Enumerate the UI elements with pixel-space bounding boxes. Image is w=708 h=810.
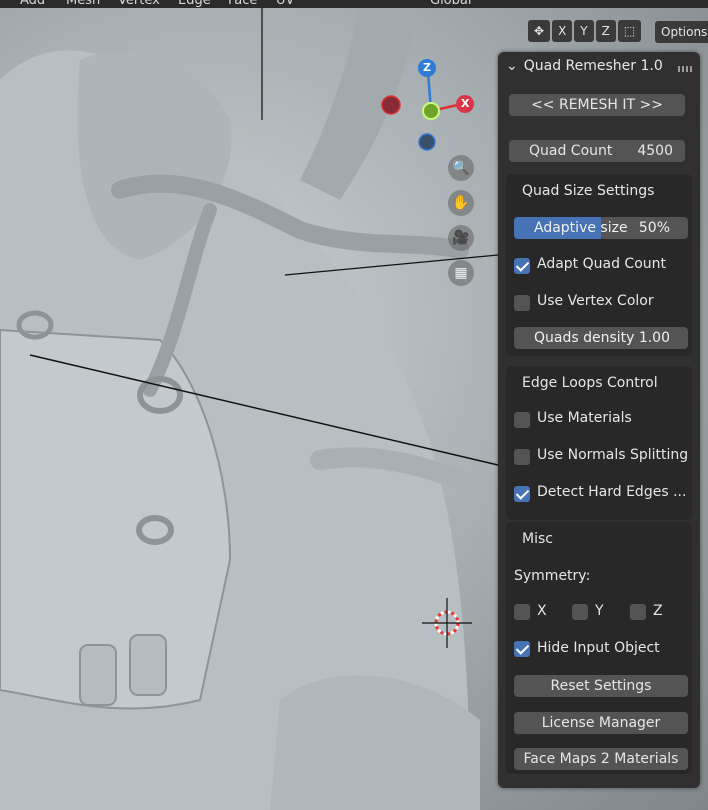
symmetry-z-checkbox[interactable]	[630, 604, 646, 620]
camera-icon[interactable]: 🎥	[448, 225, 474, 251]
axis-y-toggle[interactable]: Y	[574, 20, 594, 42]
quads-density-label: Quads density	[534, 330, 635, 346]
menu-add[interactable]: Add	[20, 0, 45, 8]
symmetry-y-label: Y	[595, 603, 604, 619]
quad-count-value: 4500	[637, 143, 673, 159]
quad-count-label: Quad Count	[529, 143, 613, 159]
quad-size-settings-box: Quad Size Settings Adaptive size 50% Ada…	[506, 174, 692, 356]
panel-title-label: Quad Remesher 1.0	[523, 58, 663, 74]
quad-count-field[interactable]: Quad Count 4500	[509, 140, 685, 162]
detect-hard-edges-checkbox[interactable]	[514, 486, 530, 502]
menu-vertex[interactable]: Vertex	[118, 0, 160, 8]
remesh-button[interactable]: << REMESH IT >>	[509, 94, 685, 116]
quad-size-heading: Quad Size Settings	[522, 183, 655, 199]
mirror-axis-toolbar: ✥ X Y Z ⬚	[528, 20, 642, 44]
misc-box: Misc Symmetry: X Y Z Hide Input Object R…	[506, 522, 692, 774]
drag-grip-icon[interactable]	[678, 66, 692, 72]
use-vertex-color-checkbox[interactable]	[514, 295, 530, 311]
axis-x-toggle[interactable]: X	[552, 20, 573, 42]
misc-heading: Misc	[522, 531, 553, 547]
edge-loops-heading: Edge Loops Control	[522, 375, 658, 391]
reset-settings-button[interactable]: Reset Settings	[514, 675, 688, 697]
symmetry-z-label: Z	[653, 603, 663, 619]
symmetry-x-label: X	[537, 603, 547, 619]
use-vertex-color-label: Use Vertex Color	[537, 293, 654, 309]
symmetry-x-checkbox[interactable]	[514, 604, 530, 620]
quad-remesher-panel: ⌄ Quad Remesher 1.0 << REMESH IT >> Quad …	[498, 52, 700, 788]
adaptive-size-value: 50%	[638, 220, 670, 236]
hand-pan-icon[interactable]: ✋	[448, 190, 474, 216]
axis-z-toggle[interactable]: Z	[595, 20, 616, 42]
gizmo-x-label: X	[461, 97, 470, 110]
use-materials-label: Use Materials	[537, 410, 632, 426]
use-normals-splitting-label: Use Normals Splitting	[537, 447, 689, 463]
detect-hard-edges-label: Detect Hard Edges ...	[537, 484, 687, 500]
license-manager-button[interactable]: License Manager	[514, 712, 688, 734]
menu-uv[interactable]: UV	[276, 0, 294, 8]
use-normals-splitting-checkbox[interactable]	[514, 449, 530, 465]
snap-icon[interactable]: ⬚	[617, 20, 642, 42]
use-materials-checkbox[interactable]	[514, 412, 530, 428]
hide-input-object-checkbox[interactable]	[514, 641, 530, 657]
adaptive-size-slider[interactable]: Adaptive size 50%	[514, 217, 688, 239]
orientation-select[interactable]: Global	[430, 0, 471, 8]
symmetry-y-checkbox[interactable]	[572, 604, 588, 620]
adapt-quad-count-label: Adapt Quad Count	[537, 256, 667, 272]
menu-face[interactable]: Face	[228, 0, 257, 8]
symmetry-label: Symmetry:	[514, 568, 591, 584]
top-header-bar: Add Mesh Vertex Edge Face UV Global	[0, 0, 708, 8]
panel-title[interactable]: ⌄ Quad Remesher 1.0	[506, 58, 663, 74]
hide-input-object-label: Hide Input Object	[537, 640, 660, 656]
adaptive-size-label: Adaptive size	[534, 220, 628, 236]
chevron-down-icon: ⌄	[506, 58, 518, 74]
face-maps-button[interactable]: Face Maps 2 Materials	[514, 748, 688, 770]
grid-perspective-icon[interactable]: ▦	[448, 260, 474, 286]
quads-density-field[interactable]: Quads density 1.00	[514, 327, 688, 349]
mirror-icon[interactable]: ✥	[528, 20, 551, 42]
zoom-icon[interactable]: 🔍	[448, 155, 474, 181]
adapt-quad-count-checkbox[interactable]	[514, 258, 530, 274]
options-dropdown[interactable]: Options	[655, 21, 708, 43]
menu-mesh[interactable]: Mesh	[66, 0, 100, 8]
edge-loops-box: Edge Loops Control Use Materials Use Nor…	[506, 366, 692, 520]
gizmo-z-label: Z	[423, 61, 431, 74]
quads-density-value: 1.00	[638, 330, 670, 346]
menu-edge[interactable]: Edge	[178, 0, 211, 8]
